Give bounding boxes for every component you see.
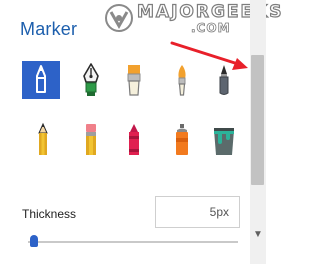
scroll-down-arrow-icon[interactable]: ▼ [250,226,266,242]
scrollbar-thumb[interactable] [251,55,264,185]
thickness-slider-track[interactable] [28,241,238,243]
tool-spray-can[interactable] [163,121,201,159]
fountain-pen-icon [83,63,99,96]
thickness-label: Thickness [22,207,77,221]
paint-bucket-icon [214,128,234,155]
spray-can-icon [176,124,188,155]
tool-fountain-pen[interactable] [72,61,110,99]
marker-panel: Marker MAJORGEEKS .COM Thickness 5px ▼ [0,0,282,264]
tool-flat-paintbrush[interactable] [115,61,153,99]
majorgeeks-logo-icon [105,4,133,32]
thickness-slider-thumb[interactable] [30,235,38,247]
tool-crayon[interactable] [115,121,153,159]
pencil-icon [38,122,48,155]
tool-pencil[interactable] [24,121,62,159]
thickness-input[interactable] [155,196,240,228]
tool-felt-tip-marker[interactable] [22,61,60,99]
tool-eraser-pencil[interactable] [72,121,110,159]
watermark: MAJORGEEKS .COM [99,0,282,40]
eraser-pencil-icon [86,124,96,155]
tool-paint-bucket[interactable] [205,121,243,159]
watermark-domain: .COM [191,21,231,36]
felt-tip-marker-icon [36,65,46,93]
red-annotation-arrow-icon [170,41,248,70]
crayon-icon [129,124,139,155]
flat-paintbrush-icon [127,65,141,96]
panel-title: Marker [20,19,78,39]
